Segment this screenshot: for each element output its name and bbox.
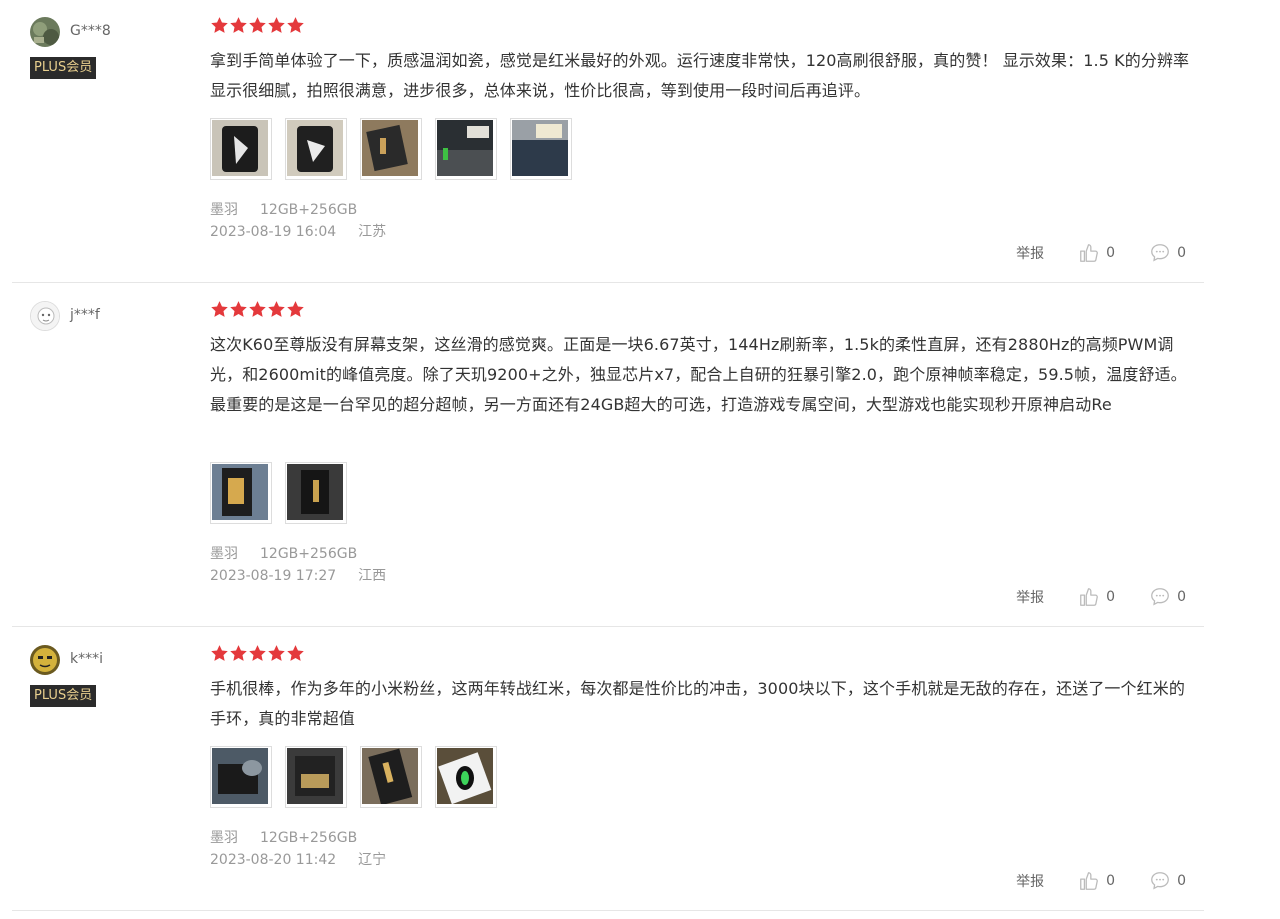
plus-member-badge: PLUS会员 <box>30 57 97 79</box>
user-avatar[interactable] <box>30 645 60 675</box>
like-count: 0 <box>1106 873 1116 889</box>
user-avatar[interactable] <box>30 17 60 47</box>
review-image[interactable] <box>360 746 422 808</box>
variant-color: 墨羽 <box>210 202 238 218</box>
like-count: 0 <box>1106 245 1116 261</box>
star-icon <box>210 300 229 319</box>
product-variant: 墨羽 12GB+256GB <box>210 543 379 565</box>
comment-icon <box>1151 244 1169 262</box>
comment-button[interactable]: 0 <box>1149 586 1186 608</box>
review-actions: 举报 0 0 <box>982 869 1186 893</box>
review-date-location: 2023-08-20 11:42 辽宁 <box>210 849 408 871</box>
username[interactable]: k***i <box>70 650 103 668</box>
review-image[interactable] <box>210 118 272 180</box>
comment-icon <box>1151 872 1169 890</box>
thumbs-up-icon <box>1080 588 1099 606</box>
review-location: 辽宁 <box>358 852 387 868</box>
variant-spec: 12GB+256GB <box>260 546 358 562</box>
star-icon <box>210 644 229 663</box>
thumbs-up-icon <box>1080 872 1099 890</box>
star-icon <box>286 16 305 35</box>
review-date-location: 2023-08-19 16:04 江苏 <box>210 221 408 243</box>
variant-color: 墨羽 <box>210 546 238 562</box>
product-variant: 墨羽 12GB+256GB <box>210 827 379 849</box>
review-images <box>210 118 585 180</box>
report-button[interactable]: 举报 <box>1016 243 1044 263</box>
review-item: k***i PLUS会员 手机很棒，作为多年的小米粉丝，这两年转战红米，每次都是… <box>12 627 1204 911</box>
review-actions: 举报 0 0 <box>982 585 1186 609</box>
review-image[interactable] <box>435 746 497 808</box>
star-icon <box>286 300 305 319</box>
user-avatar[interactable] <box>30 301 60 331</box>
plus-member-badge: PLUS会员 <box>30 685 97 707</box>
review-date: 2023-08-19 16:04 <box>210 224 337 240</box>
comment-count: 0 <box>1177 589 1186 605</box>
thumbs-up-icon <box>1080 244 1099 262</box>
review-item: j***f 这次K60至尊版没有屏幕支架，这丝滑的感觉爽。正面是一块6.67英寸… <box>12 283 1204 627</box>
review-image[interactable] <box>285 462 347 524</box>
star-icon <box>248 16 267 35</box>
comment-button[interactable]: 0 <box>1149 242 1186 264</box>
report-button[interactable]: 举报 <box>1016 587 1044 607</box>
review-image[interactable] <box>435 118 497 180</box>
comment-icon <box>1151 588 1169 606</box>
variant-spec: 12GB+256GB <box>260 830 358 846</box>
review-image[interactable] <box>360 118 422 180</box>
variant-spec: 12GB+256GB <box>260 202 358 218</box>
product-variant: 墨羽 12GB+256GB <box>210 199 379 221</box>
report-button[interactable]: 举报 <box>1016 871 1044 891</box>
review-item: G***8 PLUS会员 拿到手简单体验了一下，质感温润如瓷，感觉是红米最好的外… <box>12 0 1204 283</box>
comment-button[interactable]: 0 <box>1149 870 1186 892</box>
star-icon <box>267 644 286 663</box>
star-icon <box>229 300 248 319</box>
star-icon <box>248 644 267 663</box>
like-count: 0 <box>1106 589 1116 605</box>
review-date: 2023-08-19 17:27 <box>210 568 337 584</box>
review-image[interactable] <box>285 118 347 180</box>
review-image[interactable] <box>210 746 272 808</box>
review-location: 江西 <box>358 568 387 584</box>
star-rating <box>210 16 305 36</box>
review-date: 2023-08-20 11:42 <box>210 852 337 868</box>
variant-color: 墨羽 <box>210 830 238 846</box>
star-icon <box>248 300 267 319</box>
like-button[interactable]: 0 <box>1078 870 1115 892</box>
review-date-location: 2023-08-19 17:27 江西 <box>210 565 408 587</box>
review-image[interactable] <box>510 118 572 180</box>
review-images <box>210 462 360 524</box>
review-location: 江苏 <box>358 224 387 240</box>
star-icon <box>229 16 248 35</box>
username[interactable]: G***8 <box>70 22 111 40</box>
star-icon <box>229 644 248 663</box>
review-text: 这次K60至尊版没有屏幕支架，这丝滑的感觉爽。正面是一块6.67英寸，144Hz… <box>210 335 1187 414</box>
like-button[interactable]: 0 <box>1078 586 1115 608</box>
star-icon <box>267 16 286 35</box>
review-text: 手机很棒，作为多年的小米粉丝，这两年转战红米，每次都是性价比的冲击，3000块以… <box>210 679 1185 728</box>
star-icon <box>286 644 305 663</box>
comment-count: 0 <box>1177 873 1186 889</box>
username[interactable]: j***f <box>70 306 100 324</box>
review-image[interactable] <box>210 462 272 524</box>
star-rating <box>210 300 305 320</box>
review-actions: 举报 0 0 <box>982 241 1186 265</box>
star-rating <box>210 644 305 664</box>
review-image[interactable] <box>285 746 347 808</box>
star-icon <box>210 16 229 35</box>
review-images <box>210 746 510 808</box>
like-button[interactable]: 0 <box>1078 242 1115 264</box>
comment-count: 0 <box>1177 245 1186 261</box>
review-text: 拿到手简单体验了一下，质感温润如瓷，感觉是红米最好的外观。运行速度非常快，120… <box>210 51 1190 100</box>
star-icon <box>267 300 286 319</box>
